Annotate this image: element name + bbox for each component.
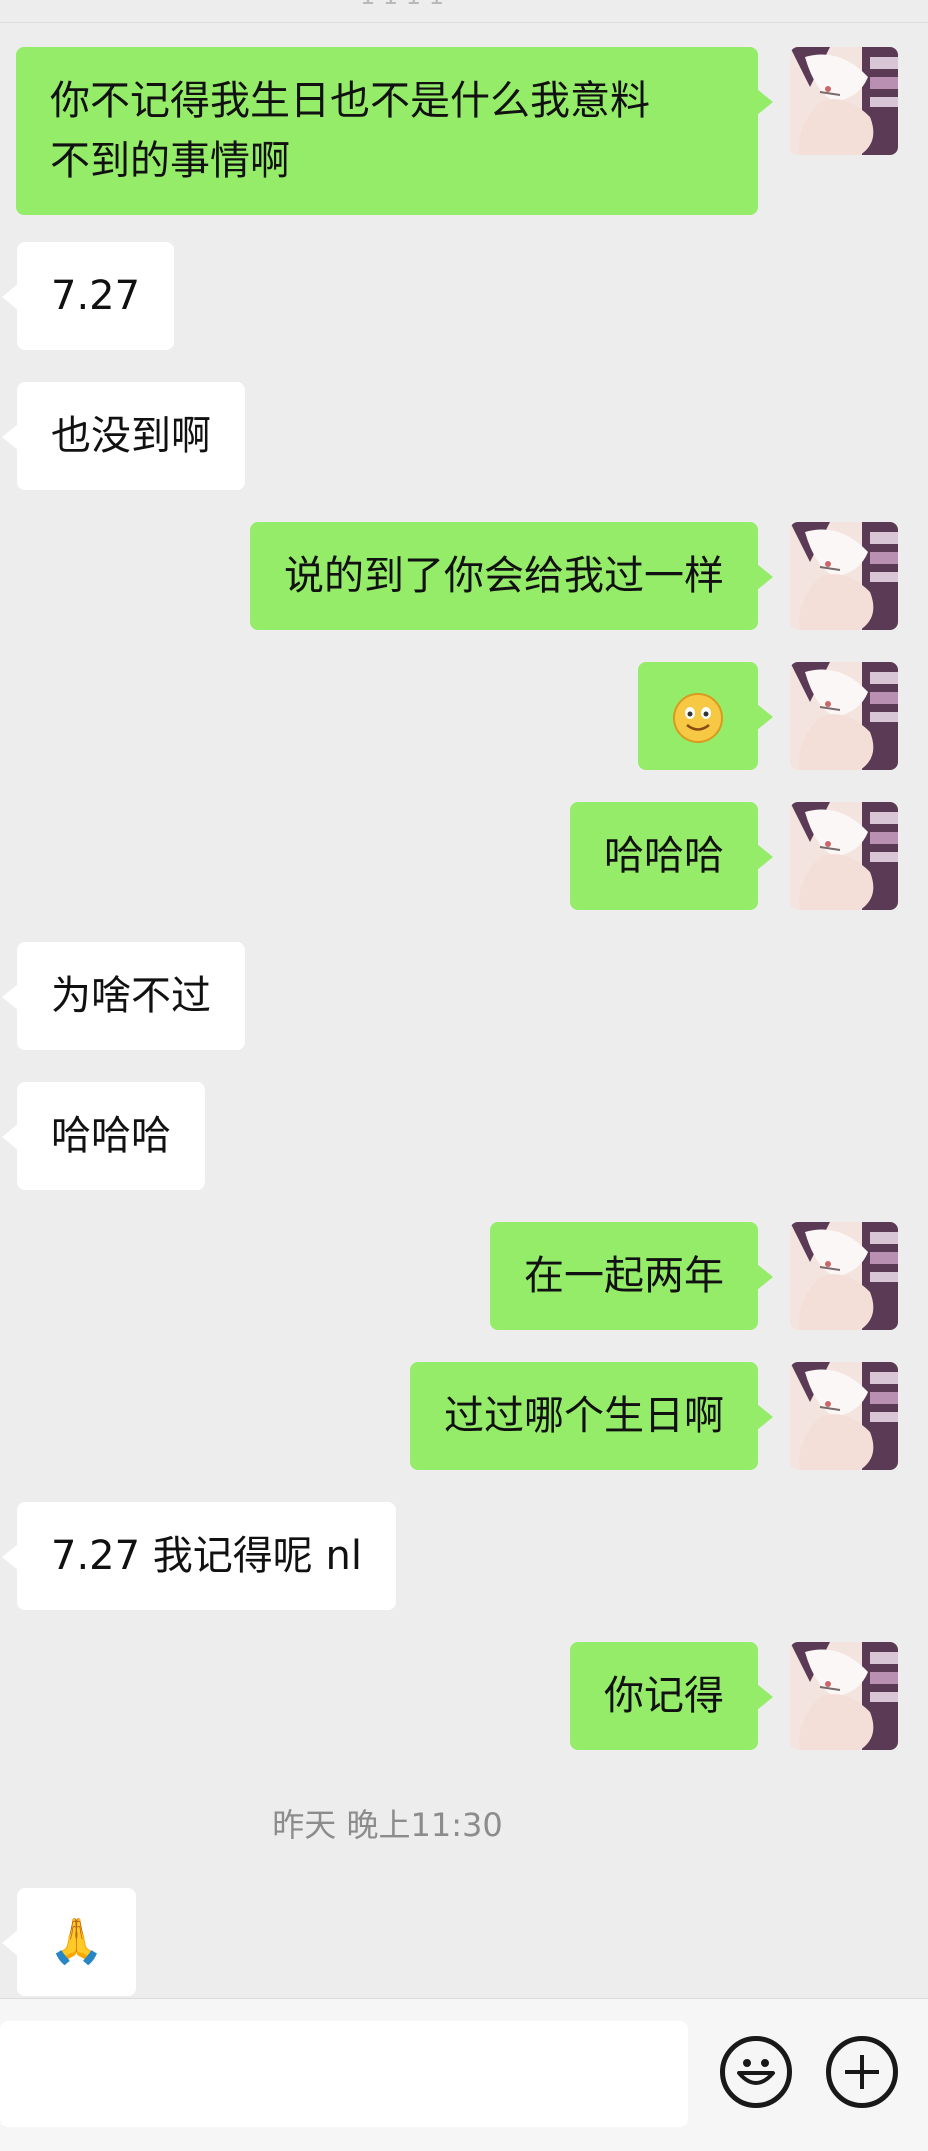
top-divider: 1 1 1 1	[0, 0, 928, 23]
chat-bubble-sent[interactable]: 在一起两年	[490, 1222, 773, 1330]
chat-bubble-received[interactable]: 7.27 我记得呢 nl	[2, 1502, 396, 1610]
my-avatar[interactable]	[790, 47, 898, 155]
chat-bubble-received[interactable]: 哈哈哈	[2, 1082, 205, 1190]
chat-bubble-sent[interactable]: 你不记得我生日也不是什么我意料 不到的事情啊	[16, 47, 773, 215]
chat-bubble-received[interactable]: 也没到啊	[2, 382, 245, 490]
my-avatar[interactable]	[790, 1642, 898, 1750]
my-avatar[interactable]	[790, 1222, 898, 1330]
my-avatar[interactable]	[790, 802, 898, 910]
message-text-line: 不到的事情啊	[50, 138, 290, 184]
chat-bubble-received[interactable]: 7.27	[1, 242, 175, 350]
message-text: 过过哪个生日啊	[444, 1393, 724, 1439]
chat-bubble-sent[interactable]: 你记得	[570, 1642, 773, 1750]
message-text: 为啥不过	[51, 973, 211, 1019]
my-avatar[interactable]	[790, 522, 898, 630]
chat-bubble-sent[interactable]: 说的到了你会给我过一样	[250, 522, 773, 630]
chat-bubble-received[interactable]: 为啥不过	[2, 942, 245, 1050]
message-text: 在一起两年	[524, 1253, 724, 1299]
chat-bubble-received[interactable]: 🙏	[2, 1888, 136, 1996]
chat-bubble-sent[interactable]: 过过哪个生日啊	[410, 1362, 773, 1470]
message-text: 哈哈哈	[604, 833, 724, 879]
message-input[interactable]	[0, 2021, 688, 2127]
message-text: 你记得	[604, 1673, 724, 1719]
chat-timestamp: 昨天 晚上11:30	[272, 1806, 503, 1844]
my-avatar[interactable]	[790, 1362, 898, 1470]
chat-bubble-sent[interactable]: 哈哈哈	[570, 802, 773, 910]
plus-icon[interactable]	[826, 2036, 898, 2108]
chat-input-bar	[0, 1998, 928, 2151]
message-text: 7.27 我记得呢 nl	[51, 1533, 362, 1579]
message-text: 7.27	[51, 273, 141, 319]
my-avatar[interactable]	[790, 662, 898, 770]
header-partial-text: 1 1 1 1	[360, 0, 444, 10]
message-text-line: 你不记得我生日也不是什么我意料	[50, 78, 650, 124]
chat-bubble-sent[interactable]	[638, 662, 773, 770]
praying-hands-emoji: 🙏	[49, 1916, 104, 1967]
smile-emoji-icon	[672, 692, 724, 744]
message-text: 也没到啊	[51, 413, 211, 459]
smiley-face-icon[interactable]	[720, 2036, 792, 2108]
message-text: 哈哈哈	[51, 1113, 171, 1159]
message-text: 说的到了你会给我过一样	[284, 553, 724, 599]
